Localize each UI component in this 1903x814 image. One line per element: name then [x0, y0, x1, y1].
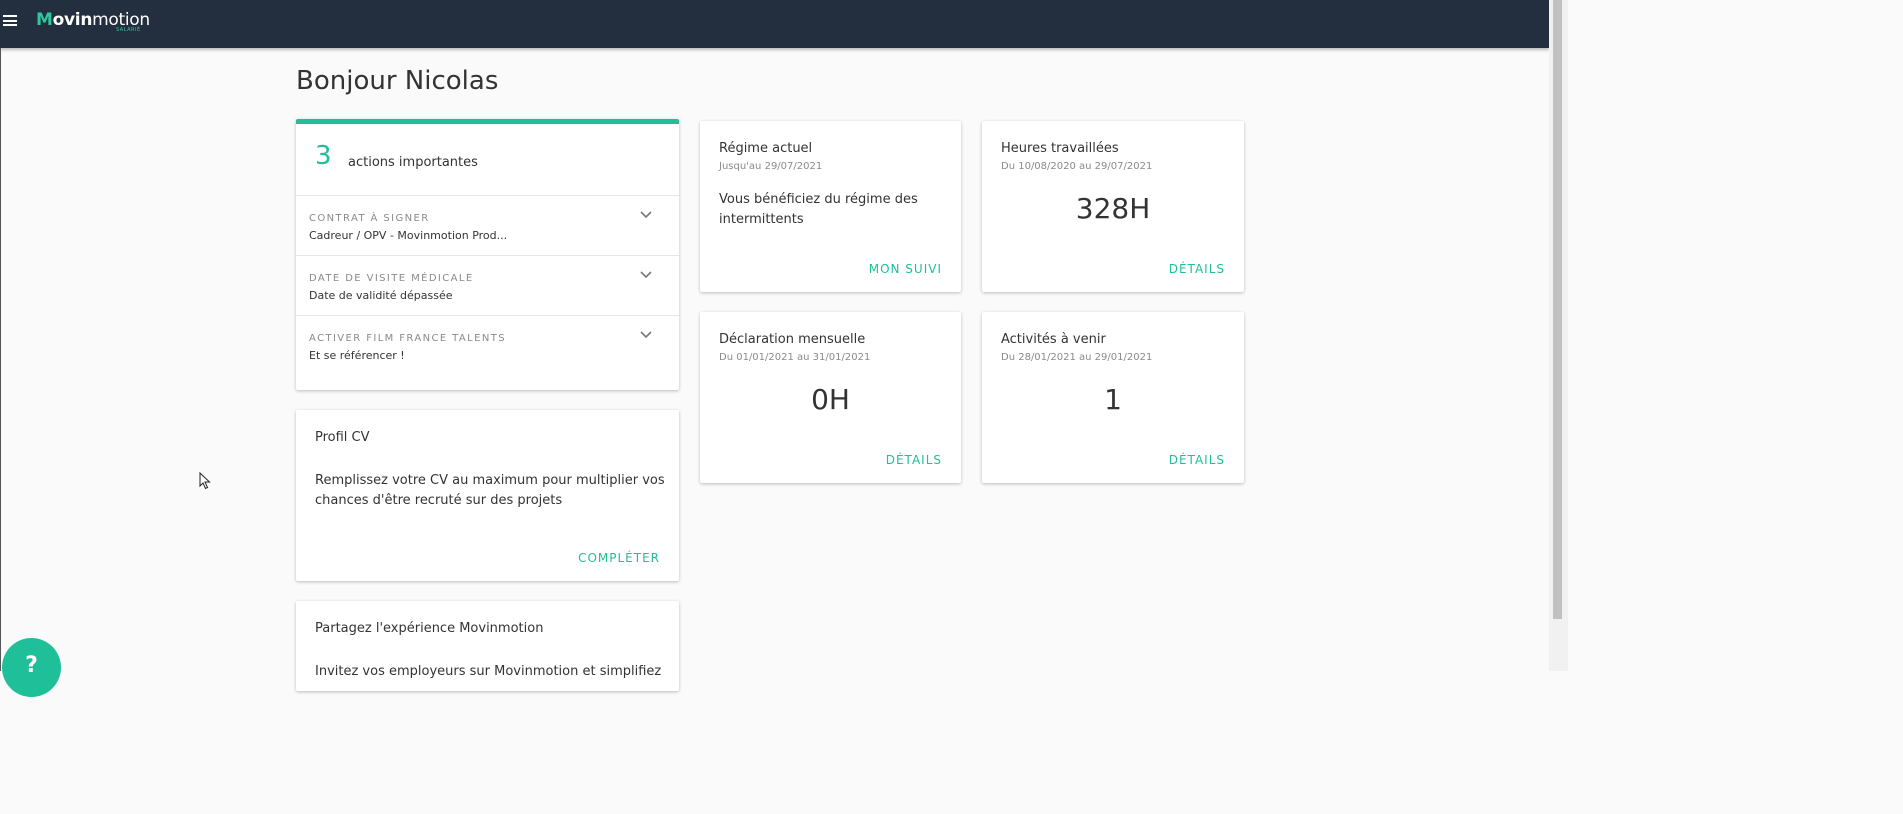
hours-worked-card: Heures travaillées Du 10/08/2020 au 29/0… [982, 121, 1244, 292]
action-item-visite-medicale[interactable]: DATE DE VISITE MÉDICALE Date de validité… [296, 255, 679, 315]
details-link[interactable]: DÉTAILS [1169, 453, 1225, 467]
profil-text-line2: chances d'être recruté sur des projets [315, 493, 563, 508]
regime-text-line2: intermittents [719, 212, 804, 227]
card-title: Régime actuel [719, 141, 813, 156]
card-subtitle: Du 01/01/2021 au 31/01/2021 [719, 352, 871, 363]
action-subtitle: Date de validité dépassée [309, 289, 453, 302]
logo-ovin: ovin [52, 10, 93, 30]
window-left-border [0, 48, 1, 671]
top-app-bar: Movinmotion SALARIÉ [0, 0, 1549, 48]
scrollbar-thumb[interactable] [1553, 0, 1562, 619]
partagez-text: Invitez vos employeurs sur Movinmotion e… [315, 664, 662, 679]
action-subtitle: Cadreur / OPV - Movinmotion Prod... [309, 229, 508, 242]
actions-label: actions importantes [348, 155, 478, 170]
help-button[interactable]: ? [2, 638, 61, 697]
mouse-cursor-icon [199, 472, 211, 490]
hours-value: 328H [1075, 192, 1151, 225]
card-title: Déclaration mensuelle [719, 332, 866, 347]
card-title: Partagez l'expérience Movinmotion [315, 621, 544, 636]
share-experience-card: Partagez l'expérience Movinmotion Invite… [296, 601, 679, 691]
important-actions-card: 3 actions importantes CONTRAT À SIGNER C… [296, 119, 679, 390]
card-subtitle: Du 10/08/2020 au 29/07/2021 [1001, 161, 1153, 172]
regime-card: Régime actuel Jusqu'au 29/07/2021 Vous b… [700, 121, 961, 292]
action-title: DATE DE VISITE MÉDICALE [309, 273, 474, 284]
action-title: ACTIVER FILM FRANCE TALENTS [309, 333, 506, 344]
completer-link[interactable]: COMPLÉTER [578, 551, 660, 565]
action-item-contrat[interactable]: CONTRAT À SIGNER Cadreur / OPV - Movinmo… [296, 195, 679, 255]
profil-text-line1: Remplissez votre CV au maximum pour mult… [315, 473, 665, 488]
movinmotion-logo[interactable]: Movinmotion SALARIÉ [36, 10, 150, 34]
action-item-film-france[interactable]: ACTIVER FILM FRANCE TALENTS Et se référe… [296, 315, 679, 375]
card-subtitle: Du 28/01/2021 au 29/01/2021 [1001, 352, 1153, 363]
details-link[interactable]: DÉTAILS [1169, 262, 1225, 276]
actions-count: 3 [315, 141, 332, 171]
card-subtitle: Jusqu'au 29/07/2021 [719, 161, 823, 172]
upcoming-activities-card: Activités à venir Du 28/01/2021 au 29/01… [982, 312, 1244, 483]
activities-value: 1 [1104, 383, 1122, 416]
card-title: Activités à venir [1001, 332, 1106, 347]
monthly-declaration-card: Déclaration mensuelle Du 01/01/2021 au 3… [700, 312, 961, 483]
page-title: Bonjour Nicolas [296, 66, 499, 96]
regime-text-line1: Vous bénéficiez du régime des [719, 192, 918, 207]
action-title: CONTRAT À SIGNER [309, 213, 430, 224]
action-subtitle: Et se référencer ! [309, 349, 405, 362]
chevron-down-icon[interactable] [639, 268, 653, 282]
chevron-down-icon[interactable] [639, 208, 653, 222]
card-title: Profil CV [315, 430, 370, 445]
chevron-down-icon[interactable] [639, 328, 653, 342]
help-question-icon: ? [25, 653, 38, 678]
card-title: Heures travaillées [1001, 141, 1119, 156]
cv-profile-card: Profil CV Remplissez votre CV au maximum… [296, 410, 679, 581]
details-link[interactable]: DÉTAILS [886, 453, 942, 467]
vertical-scrollbar[interactable] [1549, 0, 1568, 671]
hamburger-icon[interactable] [3, 15, 17, 26]
logo-subtitle: SALARIÉ [116, 27, 141, 33]
mon-suivi-link[interactable]: MON SUIVI [869, 262, 942, 276]
declaration-value: 0H [811, 383, 850, 416]
logo-m: M [36, 10, 53, 30]
